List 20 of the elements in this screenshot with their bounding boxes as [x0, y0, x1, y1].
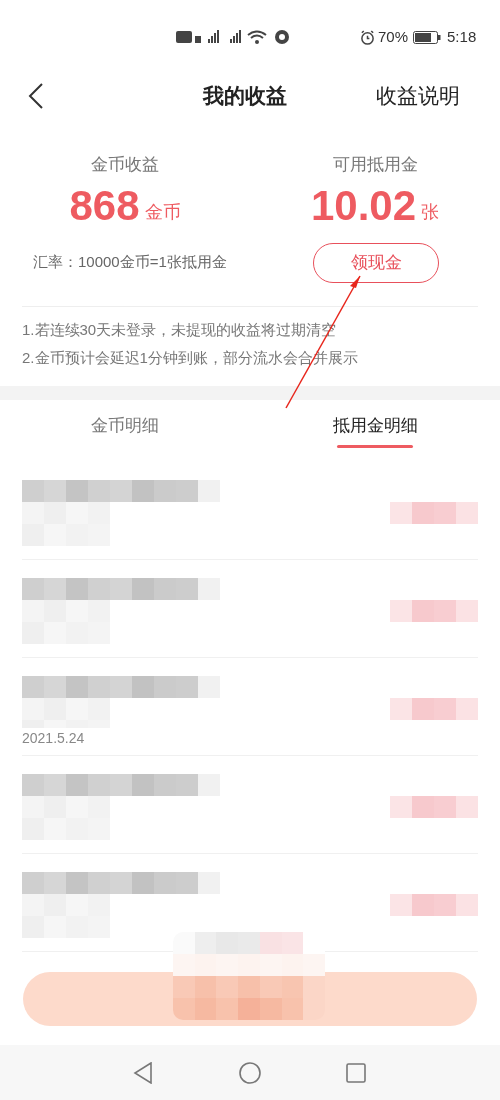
- stat-value: 868: [69, 181, 140, 230]
- battery-percent: 70%: [378, 26, 409, 47]
- clock-time: 5:18: [447, 26, 477, 47]
- stat-value: 10.02: [310, 181, 417, 230]
- back-icon[interactable]: [28, 83, 44, 109]
- stat-label: 可用抵用金: [332, 154, 418, 176]
- recents-nav-icon[interactable]: [346, 1062, 366, 1083]
- tab[interactable]: 抵用金明细: [250, 399, 500, 462]
- page-title: 我的收益: [203, 83, 287, 110]
- exchange-rate: 汇率：10000金币=1张抵用金: [33, 252, 227, 273]
- alarm-icon: [360, 29, 375, 45]
- stat-unit: 张: [421, 200, 440, 224]
- home-nav-icon[interactable]: [239, 1061, 261, 1084]
- tab[interactable]: 金币明细: [0, 399, 250, 462]
- stat-label: 金币收益: [91, 154, 159, 176]
- back-nav-icon[interactable]: [133, 1061, 153, 1084]
- battery-icon: [413, 30, 442, 44]
- stat-unit: 金币: [144, 200, 181, 224]
- earnings-info-link[interactable]: 收益说明: [376, 80, 460, 112]
- note-text: 2.金币预计会延迟1分钟到账，部分流水会合并展示: [22, 348, 359, 368]
